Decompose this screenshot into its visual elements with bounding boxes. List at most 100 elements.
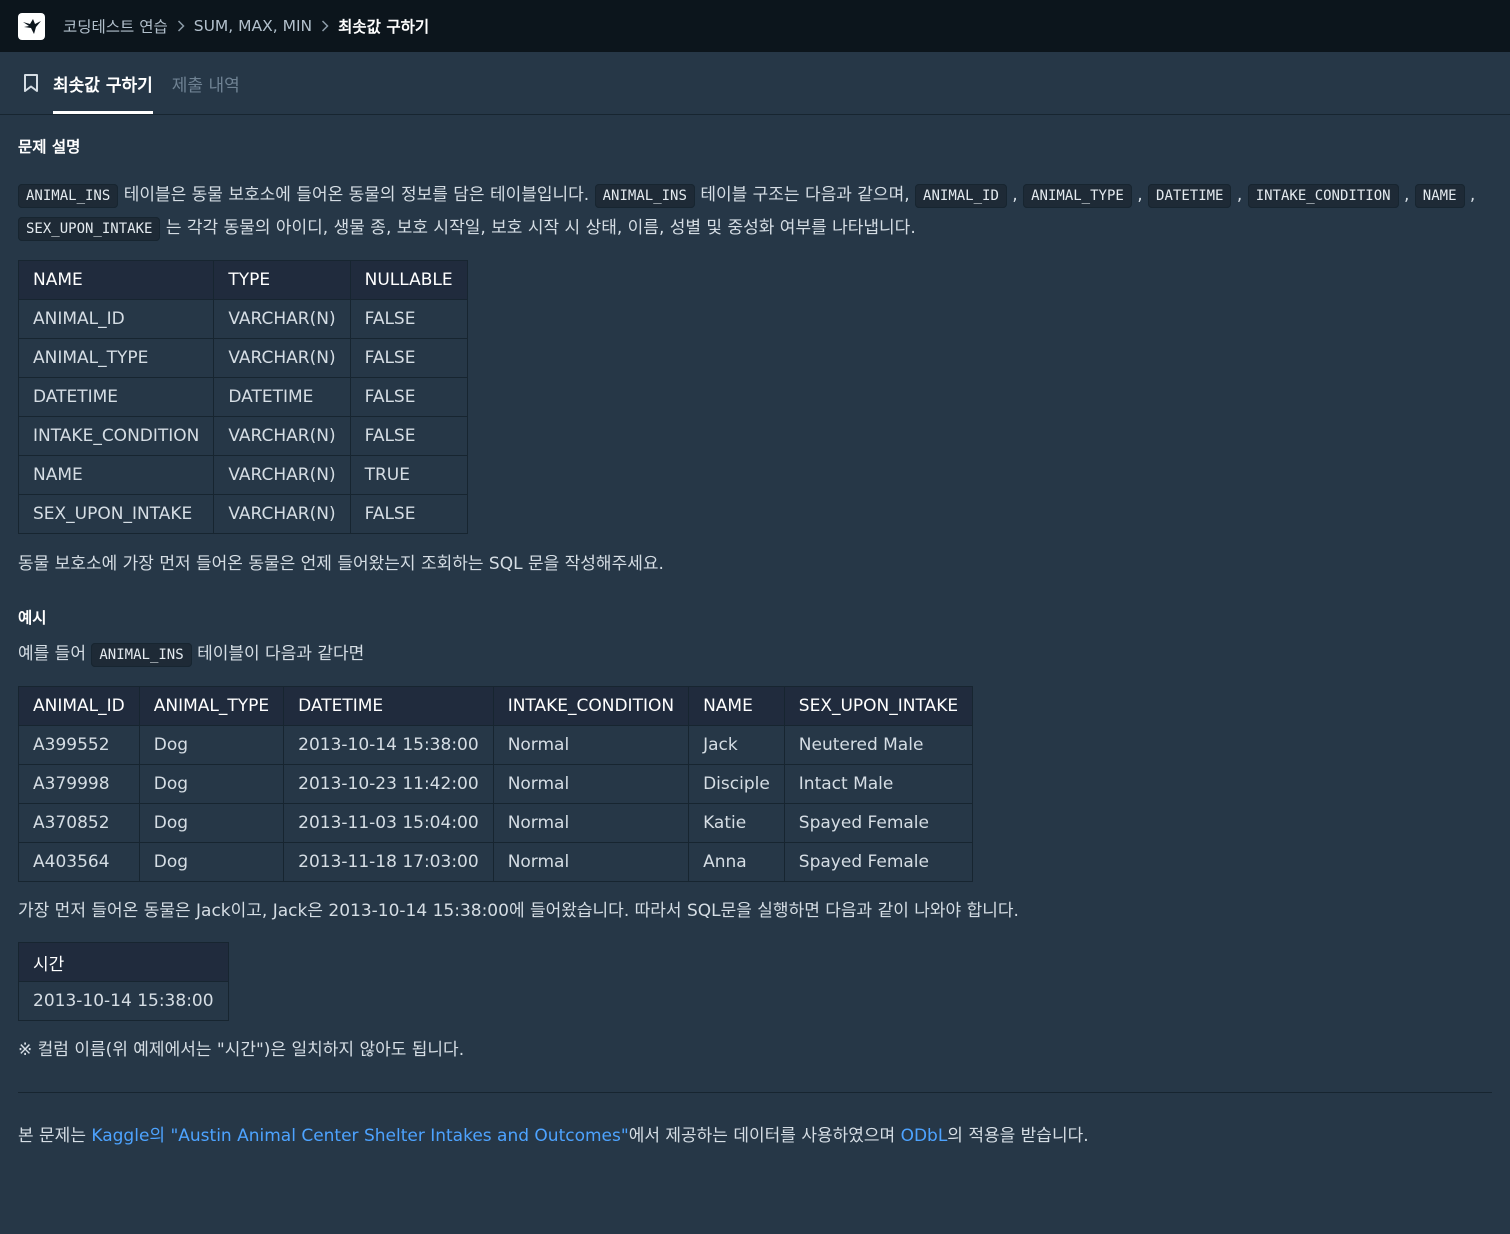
table-cell: FALSE xyxy=(349,494,468,534)
chevron-right-icon xyxy=(177,20,185,32)
problem-intro: ANIMAL_INS 테이블은 동물 보호소에 들어온 동물의 정보를 담은 테… xyxy=(18,179,1492,245)
divider xyxy=(18,1092,1492,1093)
example-data-table: ANIMAL_ID ANIMAL_TYPE DATETIME INTAKE_CONDI… xyxy=(18,686,974,882)
tab-submissions[interactable]: 제출 내역 xyxy=(172,52,240,114)
table-row: A379998 Dog 2013-10-23 11:42:00 Normal Disci… xyxy=(18,764,974,804)
breadcrumb-current: 최솟값 구하기 xyxy=(338,18,430,36)
table-cell: Jack xyxy=(688,725,785,765)
table-cell: FALSE xyxy=(349,299,468,339)
table-row: INTAKE_CONDITION VARCHAR(N) FALSE xyxy=(17,416,468,456)
table-cell: NAME xyxy=(17,455,215,495)
breadcrumb-item-category[interactable]: SUM, MAX, MIN xyxy=(194,17,312,35)
problem-question: 동물 보호소에 가장 먼저 들어온 동물은 언제 들어왔는지 조회하는 SQL … xyxy=(18,554,664,574)
table-row: A403564 Dog 2013-11-18 17:03:00 Normal Anna S… xyxy=(18,842,974,882)
table-cell: Anna xyxy=(688,842,785,882)
table-cell: 2013-10-23 11:42:00 xyxy=(283,764,494,804)
table-cell: Spayed Female xyxy=(783,842,974,882)
intro-text: , xyxy=(1006,185,1024,205)
table-row: SEX_UPON_INTAKE VARCHAR(N) FALSE xyxy=(17,494,468,534)
table-cell: Intact Male xyxy=(783,764,974,804)
chevron-right-icon xyxy=(321,20,329,32)
table-cell: A403564 xyxy=(18,842,140,882)
table-cell: Normal xyxy=(492,725,690,765)
table-cell: Normal xyxy=(492,764,690,804)
table-header-cell: INTAKE_CONDITION xyxy=(492,686,690,726)
table-cell: VARCHAR(N) xyxy=(213,494,351,534)
column-name-code: ANIMAL_TYPE xyxy=(1023,184,1132,208)
column-name-code: ANIMAL_INS xyxy=(18,184,119,208)
table-cell: SEX_UPON_INTAKE xyxy=(17,494,215,534)
breadcrumb-item-coding-test[interactable]: 코딩테스트 연습 xyxy=(63,15,168,37)
table-cell: 2013-10-14 15:38:00 xyxy=(283,725,494,765)
column-name-code: DATETIME xyxy=(1148,184,1232,208)
table-cell: FALSE xyxy=(349,416,468,456)
table-cell: Dog xyxy=(138,842,285,882)
table-cell: A379998 xyxy=(18,764,140,804)
example-intro-after: 테이블이 다음과 같다면 xyxy=(191,644,365,664)
table-cell: VARCHAR(N) xyxy=(213,338,351,378)
intro-text: 테이블은 동물 보호소에 들어온 동물의 정보를 담은 테이블입니다. xyxy=(118,185,595,205)
table-cell: A399552 xyxy=(18,725,140,765)
table-cell: VARCHAR(N) xyxy=(213,299,351,339)
table-header-cell: ANIMAL_TYPE xyxy=(138,686,285,726)
table-cell: Normal xyxy=(492,803,690,843)
table-cell: Spayed Female xyxy=(783,803,974,843)
table-cell: 2013-11-03 15:04:00 xyxy=(283,803,494,843)
intro-text: , xyxy=(1398,185,1415,205)
odbl-license-link[interactable]: ODbL xyxy=(901,1126,948,1146)
table-header-cell: NULLABLE xyxy=(349,260,468,300)
table-cell: FALSE xyxy=(349,377,468,417)
table-cell: Neutered Male xyxy=(783,725,974,765)
table-cell: DATETIME xyxy=(17,377,215,417)
column-name-code: NAME xyxy=(1414,184,1465,208)
intro-text: 는 각각 동물의 아이디, 생물 종, 보호 시작일, 보호 시작 시 상태, … xyxy=(160,218,916,238)
table-row: ANIMAL_TYPE VARCHAR(N) FALSE xyxy=(17,338,468,378)
tab-problem[interactable]: 최솟값 구하기 xyxy=(53,52,153,114)
table-cell: VARCHAR(N) xyxy=(213,416,351,456)
table-cell: Dog xyxy=(138,725,285,765)
example-intro: 예를 들어 ANIMAL_INS 테이블이 다음과 같다면 xyxy=(18,638,1492,671)
table-cell: Disciple xyxy=(688,764,785,804)
table-header-cell: 시간 xyxy=(18,942,229,982)
table-cell: Dog xyxy=(138,764,285,804)
table-cell: FALSE xyxy=(349,338,468,378)
table-cell: 2013-11-18 17:03:00 xyxy=(283,842,494,882)
table-row: 2013-10-14 15:38:00 xyxy=(18,981,229,1021)
column-name-code: ANIMAL_ID xyxy=(915,184,1007,208)
problem-heading: 문제 설명 xyxy=(18,138,81,156)
intro-text: , xyxy=(1131,185,1149,205)
table-row: NAME VARCHAR(N) TRUE xyxy=(17,455,468,495)
license-footer: 본 문제는 Kaggle의 "Austin Animal Center Shel… xyxy=(18,1120,1492,1152)
schema-table: NAME TYPE NULLABLE ANIMAL_ID VARCHAR(N) FALS… xyxy=(17,260,468,534)
example-heading: 예시 xyxy=(18,609,47,627)
kaggle-dataset-link[interactable]: Kaggle의 "Austin Animal Center Shelter In… xyxy=(91,1126,628,1146)
tab-bar: 최솟값 구하기 제출 내역 xyxy=(0,52,1510,115)
intro-text: , xyxy=(1231,185,1248,205)
table-cell: TRUE xyxy=(349,455,468,495)
table-cell: Normal xyxy=(492,842,690,882)
result-table: 시간 2013-10-14 15:38:00 xyxy=(18,942,229,1021)
problem-content: 문제 설명 ANIMAL_INS 테이블은 동물 보호소에 들어온 동물의 정보… xyxy=(0,135,1510,1152)
programmers-logo-icon[interactable] xyxy=(18,12,45,40)
column-name-code: SEX_UPON_INTAKE xyxy=(18,217,161,241)
table-header-row: NAME TYPE NULLABLE xyxy=(17,260,468,300)
column-name-code: ANIMAL_INS xyxy=(594,184,695,208)
bookmark-icon[interactable] xyxy=(22,52,40,114)
footer-middle: 에서 제공하는 데이터를 사용하였으며 xyxy=(628,1126,901,1146)
intro-text: , xyxy=(1464,185,1476,205)
table-header-cell: DATETIME xyxy=(283,686,494,726)
table-name-code: ANIMAL_INS xyxy=(91,643,192,667)
table-header-cell: ANIMAL_ID xyxy=(18,686,140,726)
table-row: DATETIME DATETIME FALSE xyxy=(17,377,468,417)
table-row: ANIMAL_ID VARCHAR(N) FALSE xyxy=(17,299,468,339)
column-name-code: INTAKE_CONDITION xyxy=(1247,184,1399,208)
table-cell: Katie xyxy=(688,803,785,843)
breadcrumb: 코딩테스트 연습 SUM, MAX, MIN 최솟값 구하기 xyxy=(63,15,429,37)
table-header-row: 시간 xyxy=(18,942,229,982)
column-name-note: ※ 컬럼 이름(위 예제에서는 "시간")은 일치하지 않아도 됩니다. xyxy=(18,1040,465,1060)
table-header-cell: NAME xyxy=(17,260,215,300)
table-header-cell: NAME xyxy=(688,686,785,726)
table-header-row: ANIMAL_ID ANIMAL_TYPE DATETIME INTAKE_CONDI… xyxy=(18,686,974,726)
table-cell: ANIMAL_TYPE xyxy=(17,338,215,378)
example-intro-before: 예를 들어 xyxy=(18,644,92,664)
